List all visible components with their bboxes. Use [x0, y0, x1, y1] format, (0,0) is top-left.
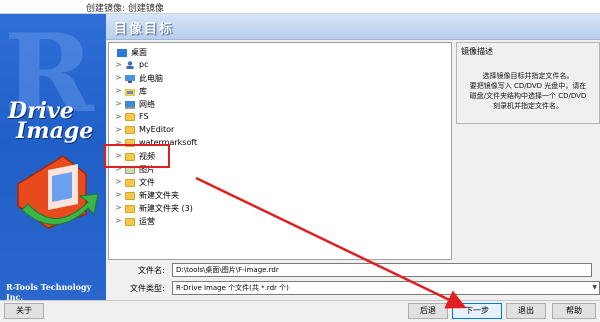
annotation-arrow	[195, 176, 467, 309]
